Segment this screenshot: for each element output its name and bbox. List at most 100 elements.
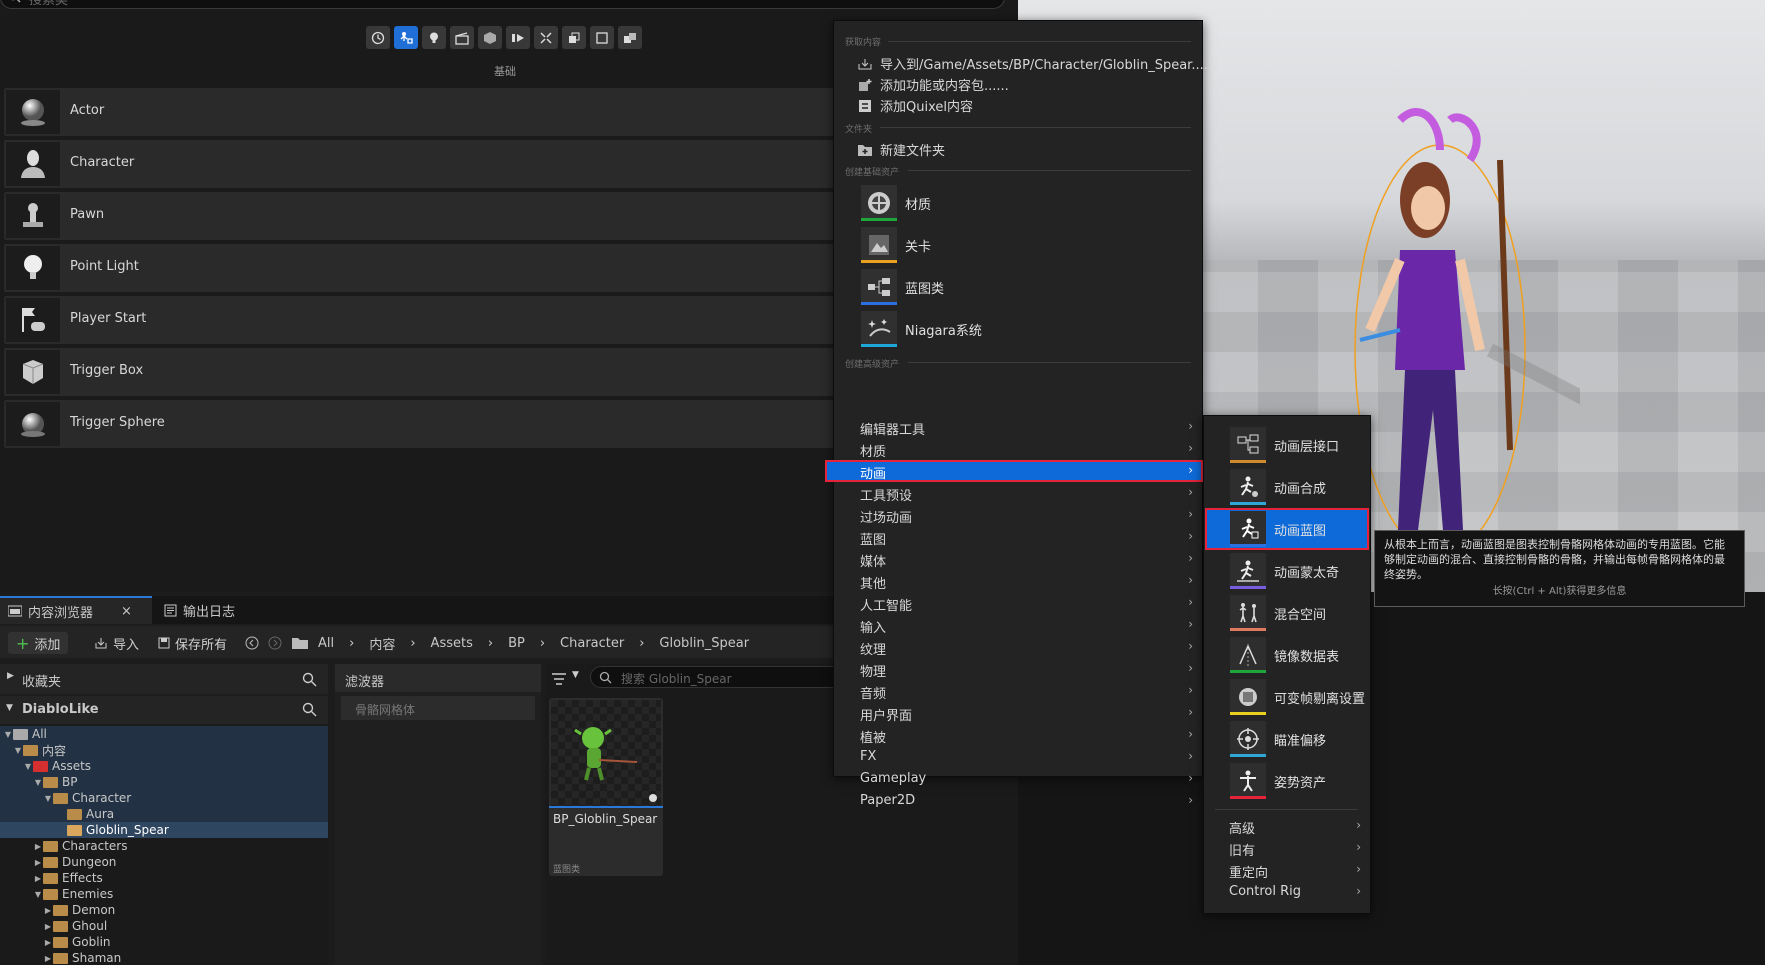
anim-submenu-category[interactable]: Control Rig › (1203, 881, 1371, 903)
tree-item[interactable]: ▶ Characters (0, 838, 328, 854)
breadcrumb-item[interactable]: 内容 (369, 634, 395, 653)
tree-item[interactable]: ▼ Enemies (0, 886, 328, 902)
recent-icon[interactable] (366, 26, 390, 49)
tooltip-hint: 长按(Ctrl + Alt)获得更多信息 (1492, 586, 1627, 597)
tree-item[interactable]: ▶ Effects (0, 870, 328, 886)
anim-submenu-category[interactable]: 高级 › (1203, 815, 1371, 837)
advanced-category-item[interactable]: FX › (833, 746, 1203, 768)
anim-submenu-item[interactable]: 可变帧剔离设置 (1205, 676, 1369, 718)
anim-submenu-item[interactable]: 动画蒙太奇 (1205, 550, 1369, 592)
tree-item-selected[interactable]: Globlin_Spear (0, 822, 328, 838)
filter-item[interactable]: 骨骼网格体 (341, 696, 535, 720)
tree-item[interactable]: ▼ All (0, 726, 328, 742)
save-all-button[interactable]: 保存所有 (158, 632, 227, 654)
advanced-category-item[interactable]: 编辑器工具 › (833, 416, 1203, 438)
tree-item[interactable]: ▶ Demon (0, 902, 328, 918)
category-label: 高级 (1229, 822, 1256, 837)
breadcrumb-item[interactable]: BP (508, 636, 525, 651)
advanced-category-item[interactable]: 植被 › (833, 724, 1203, 746)
advanced-category-item[interactable]: 物理 › (833, 658, 1203, 680)
advanced-category-item[interactable]: Gameplay › (833, 768, 1203, 790)
anim-submenu-item[interactable]: 姿势资产 (1205, 760, 1369, 802)
close-icon[interactable]: × (121, 604, 132, 619)
import-button[interactable]: 导入 (94, 632, 139, 654)
create-niagara-system-item[interactable]: Niagara系统 (861, 309, 982, 349)
tab-output-log[interactable]: 输出日志 (156, 596, 243, 624)
advanced-category-item[interactable]: 输入 › (833, 614, 1203, 636)
breadcrumb-item[interactable]: Globlin_Spear (659, 636, 749, 651)
create-material-item[interactable]: 材质 (861, 183, 931, 223)
advanced-category-item[interactable]: 用户界面 › (833, 702, 1203, 724)
tree-item[interactable]: ▶ Shaman (0, 950, 328, 965)
advanced-category-item[interactable]: 工具预设 › (833, 482, 1203, 504)
advanced-category-item[interactable]: 材质 › (833, 438, 1203, 460)
tree-item[interactable]: ▶ Goblin (0, 934, 328, 950)
save-icon (158, 637, 170, 649)
import-to-item[interactable]: 导入到/Game/Assets/BP/Character/Globlin_Spe… (858, 54, 1216, 73)
advanced-category-item[interactable]: 蓝图 › (833, 526, 1203, 548)
advanced-category-item[interactable]: 人工智能 › (833, 592, 1203, 614)
tooltip-text: 从根本上而言，动画蓝图是图表控制骨骼网格体动画的专用蓝图。它能够制定动画的混合、… (1384, 538, 1725, 581)
nav-forward-icon[interactable] (268, 632, 282, 654)
advanced-category-item[interactable]: 音频 › (833, 680, 1203, 702)
tree-item[interactable]: ▶ Dungeon (0, 854, 328, 870)
anim-item-animation-blueprint[interactable]: 动画蓝图 (1205, 508, 1369, 550)
trigger-sphere-icon (6, 402, 60, 446)
anim-submenu-item[interactable]: 混合空间 (1205, 592, 1369, 634)
add-feature-item[interactable]: 添加功能或内容包...... (858, 75, 1009, 94)
search-icon[interactable] (302, 702, 317, 717)
class-search-input[interactable]: 搜索类 (0, 0, 1005, 9)
anim-submenu-item[interactable]: 动画合成 (1205, 466, 1369, 508)
shapes-icon[interactable] (590, 26, 614, 49)
breadcrumb-item[interactable]: Character (560, 636, 624, 651)
advanced-item-animation[interactable]: 动画 › (825, 460, 1203, 482)
project-label: DiabloLike (22, 702, 99, 717)
cinematic-category-icon[interactable] (450, 26, 474, 49)
place-more-icon[interactable] (618, 26, 642, 49)
tree-item[interactable]: Aura (0, 806, 328, 822)
search-icon[interactable] (302, 672, 317, 687)
chevron-right-icon: › (1188, 551, 1193, 565)
create-level-item[interactable]: 关卡 (861, 225, 931, 265)
actor-label: Actor (70, 103, 105, 118)
all-classes-icon[interactable] (562, 26, 586, 49)
category-label: Gameplay (860, 771, 927, 786)
tab-content-browser[interactable]: 内容浏览器 × (0, 596, 152, 624)
chevron-down-icon[interactable]: ▼ (572, 670, 579, 680)
tree-item[interactable]: ▶ Ghoul (0, 918, 328, 934)
advanced-category-item[interactable]: 其他 › (833, 570, 1203, 592)
visual-effects-icon[interactable] (478, 26, 502, 49)
breadcrumb-item[interactable]: Assets (431, 636, 473, 651)
lights-category-icon[interactable] (422, 26, 446, 49)
folder-icon[interactable] (292, 632, 308, 654)
nav-back-icon[interactable] (245, 632, 259, 654)
anim-submenu-item[interactable]: 动画层接口 (1205, 424, 1369, 466)
actor-label: Character (70, 155, 135, 170)
advanced-category-item[interactable]: 过场动画 › (833, 504, 1203, 526)
add-button[interactable]: + 添加 (8, 632, 69, 654)
import-icon (858, 58, 872, 69)
anim-submenu-item[interactable]: 瞄准偏移 (1205, 718, 1369, 760)
create-blueprint-class-item[interactable]: 蓝图类 (861, 267, 944, 307)
favorites-header[interactable]: ▶ 收藏夹 (0, 664, 328, 694)
filter-icon[interactable] (552, 670, 568, 689)
favorites-label: 收藏夹 (22, 675, 62, 690)
basic-category-icon[interactable] (394, 26, 418, 49)
advanced-category-item[interactable]: 纹理 › (833, 636, 1203, 658)
new-folder-item[interactable]: 新建文件夹 (858, 140, 945, 159)
chevron-right-icon: › (1188, 705, 1193, 719)
geometry-icon[interactable] (506, 26, 530, 49)
tree-item[interactable]: ▼ Assets (0, 758, 328, 774)
tree-item[interactable]: ▼ 内容 (0, 742, 328, 758)
add-quixel-item[interactable]: 添加Quixel内容 (858, 96, 973, 115)
breadcrumb-item[interactable]: All (318, 636, 334, 651)
volumes-icon[interactable] (534, 26, 558, 49)
anim-submenu-item[interactable]: 镜像数据表 (1205, 634, 1369, 676)
tree-item[interactable]: ▼ BP (0, 774, 328, 790)
tree-item[interactable]: ▼ Character (0, 790, 328, 806)
anim-submenu-category[interactable]: 旧有 › (1203, 837, 1371, 859)
anim-submenu-category[interactable]: 重定向 › (1203, 859, 1371, 881)
advanced-category-item[interactable]: Paper2D › (833, 790, 1203, 812)
advanced-category-item[interactable]: 媒体 › (833, 548, 1203, 570)
project-header[interactable]: ▼ DiabloLike (0, 696, 328, 724)
